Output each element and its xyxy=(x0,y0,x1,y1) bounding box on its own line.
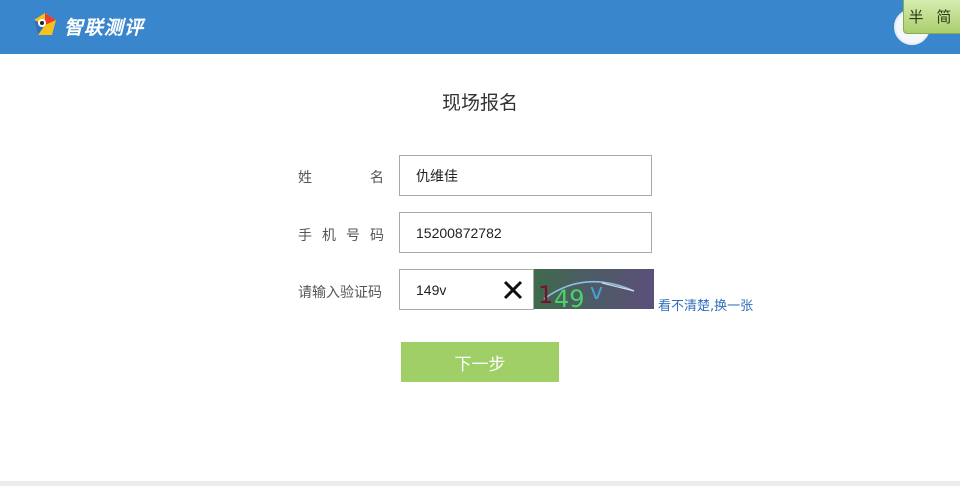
svg-text:v: v xyxy=(590,280,603,305)
captcha-input-value: 149v xyxy=(416,281,447,298)
phone-label: 手 机 号 码 xyxy=(298,225,384,245)
top-header-bar: 智联测评 xyxy=(0,0,960,54)
name-input[interactable]: 仇维佳 xyxy=(399,155,652,196)
ime-status-toggle[interactable]: 半 简 xyxy=(903,0,960,34)
page-title: 现场报名 xyxy=(441,92,518,114)
captcha-image[interactable]: 1 49 v xyxy=(534,269,654,309)
name-label: 姓 名 xyxy=(298,167,384,187)
name-label-char-2: 名 xyxy=(370,170,384,186)
phone-label-char-3: 号 xyxy=(346,228,360,244)
next-step-button[interactable]: 下一步 xyxy=(401,342,559,382)
brand-logo[interactable]: 智联测评 xyxy=(30,11,144,41)
clear-input-icon[interactable] xyxy=(502,279,524,301)
phone-input-value: 15200872782 xyxy=(416,224,502,241)
phone-label-char-4: 码 xyxy=(370,228,384,244)
brand-mark-icon xyxy=(30,11,60,41)
captcha-refresh-link[interactable]: 看不清楚,换一张 xyxy=(658,295,753,314)
phone-label-char-1: 手 xyxy=(298,228,312,244)
name-label-char-1: 姓 xyxy=(298,170,312,186)
name-input-value: 仇维佳 xyxy=(416,167,458,184)
captcha-label: 请输入验证码 xyxy=(298,285,382,301)
footer-divider xyxy=(0,481,960,486)
svg-text:1: 1 xyxy=(538,281,553,309)
svg-text:49: 49 xyxy=(554,285,585,309)
phone-input[interactable]: 15200872782 xyxy=(399,212,652,253)
phone-label-char-2: 机 xyxy=(322,228,336,244)
brand-name: 智联测评 xyxy=(64,16,145,39)
ime-label: 半 简 xyxy=(908,8,956,26)
